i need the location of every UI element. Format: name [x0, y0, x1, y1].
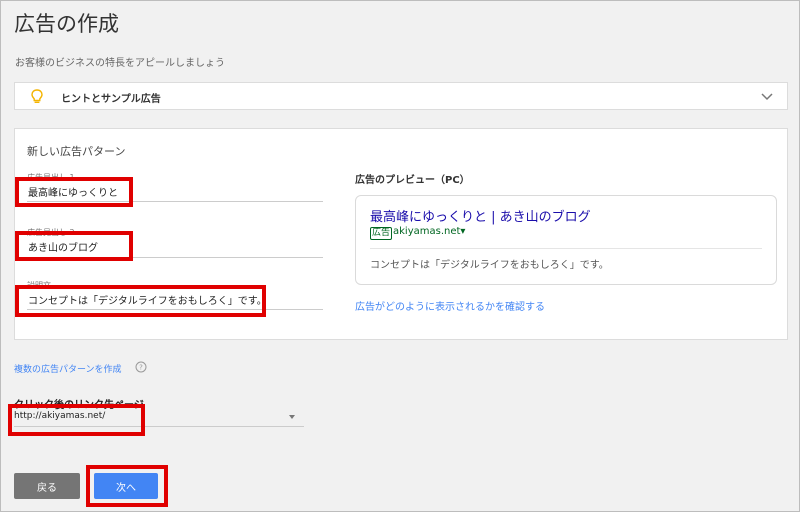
svg-text:?: ? — [139, 364, 143, 372]
highlight-headline2 — [15, 231, 133, 261]
dropdown-arrow-icon[interactable] — [289, 415, 295, 419]
help-circle-icon[interactable]: ? — [135, 361, 147, 373]
create-multiple-patterns-link[interactable]: 複数の広告パターンを作成 — [14, 362, 122, 375]
hints-and-samples-bar[interactable]: ヒントとサンプル広告 — [14, 82, 788, 110]
preview-headline: 最高峰にゆっくりと | あき山のブログ — [370, 210, 591, 225]
highlight-landing-page — [8, 404, 145, 436]
highlight-headline1 — [15, 177, 133, 207]
chevron-down-icon[interactable] — [761, 91, 773, 101]
highlight-next-button — [86, 465, 168, 507]
preview-title: 広告のプレビュー（PC） — [355, 175, 470, 186]
preview-description: コンセプトは「デジタルライフをおもしろく」です。 — [370, 260, 609, 271]
ad-preview-box: 最高峰にゆっくりと | あき山のブログ 広告 akiyamas.net▾ コンセ… — [355, 195, 777, 285]
ad-badge: 広告 — [370, 227, 393, 240]
preview-url: akiyamas.net▾ — [393, 226, 466, 237]
hints-label: ヒントとサンプル広告 — [61, 94, 161, 105]
pattern-title: 新しい広告パターン — [27, 145, 126, 158]
url-dropdown-icon: ▾ — [460, 226, 466, 237]
lightbulb-icon — [31, 89, 43, 103]
preview-display-link[interactable]: 広告がどのように表示されるかを確認する — [355, 298, 545, 313]
back-button[interactable]: 戻る — [14, 473, 80, 499]
page-title: 広告の作成 — [14, 12, 119, 36]
highlight-description — [15, 285, 266, 317]
page-subtitle: お客様のビジネスの特長をアピールしましょう — [15, 58, 225, 69]
preview-divider — [370, 248, 762, 249]
